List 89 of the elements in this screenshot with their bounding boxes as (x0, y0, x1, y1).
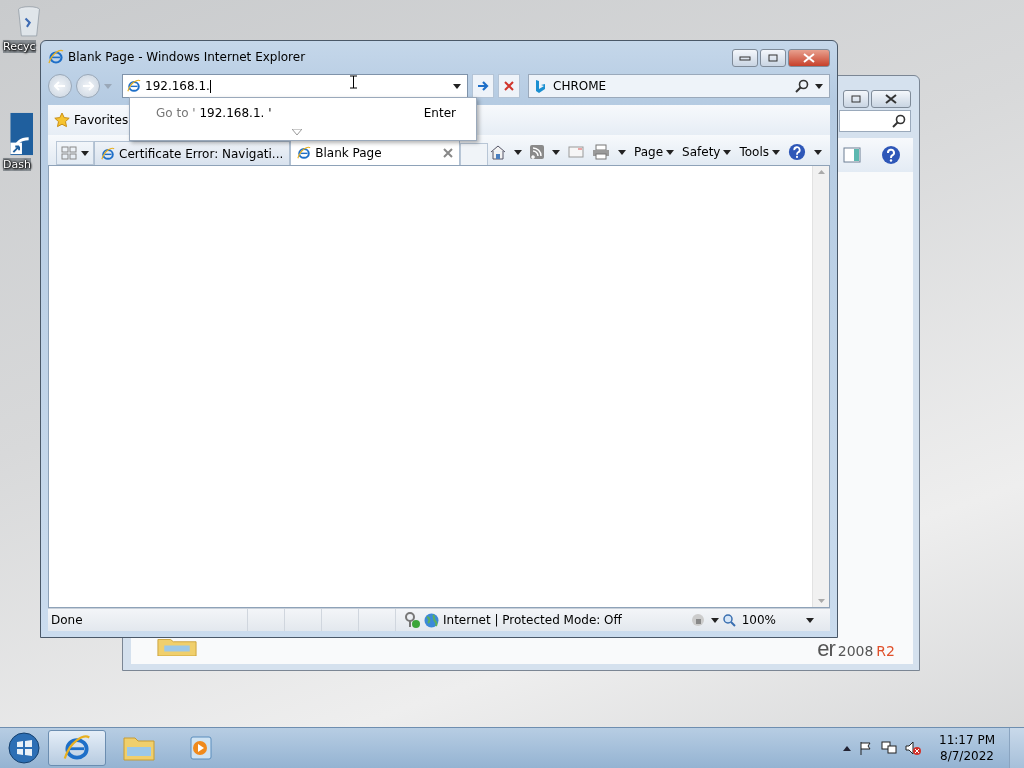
printer-icon[interactable] (592, 144, 610, 160)
caret-icon (814, 149, 822, 155)
maximize-icon (768, 54, 778, 62)
dashboard-shortcut-icon[interactable] (9, 112, 33, 156)
command-menu[interactable]: Safety (682, 145, 732, 159)
caret-icon (710, 617, 719, 623)
folder-icon[interactable] (157, 638, 197, 656)
stop-icon (504, 81, 514, 91)
search-icon (892, 114, 906, 128)
star-icon (54, 112, 70, 128)
go-button[interactable] (472, 74, 494, 98)
maximize-button[interactable] (843, 90, 869, 108)
zoom-button[interactable]: 100% (718, 613, 830, 627)
stop-button[interactable] (498, 74, 520, 98)
caret-icon (81, 150, 89, 156)
show-desktop-button[interactable] (1009, 728, 1024, 768)
grid-icon (61, 146, 77, 160)
page-icon (127, 79, 141, 93)
search-icon[interactable] (795, 79, 809, 93)
forward-button[interactable] (76, 74, 100, 98)
taskbar-button[interactable] (48, 730, 106, 766)
show-hidden-icons-icon[interactable] (843, 745, 851, 751)
back-button[interactable] (48, 74, 72, 98)
caret-icon (806, 617, 814, 623)
dropdown-caret-icon (815, 83, 823, 89)
suggestion-text[interactable]: Go to ' 192.168.1. ' (156, 106, 272, 120)
logo-release: R2 (876, 644, 895, 658)
text-cursor-icon (350, 75, 357, 89)
browser-logo-icon (48, 49, 64, 65)
globe-icon (424, 612, 439, 628)
help-icon[interactable] (881, 145, 901, 165)
favorites-button[interactable]: Favorites (54, 112, 129, 128)
caret-icon (552, 149, 560, 155)
forward-arrow-icon (82, 81, 94, 91)
logo-text: er (817, 638, 835, 660)
dropdown-caret-icon (453, 83, 461, 89)
scroll-down-icon[interactable] (817, 599, 825, 603)
text-caret (209, 80, 211, 93)
browser-logo-icon (63, 734, 91, 762)
caret-icon (723, 149, 732, 155)
close-icon (803, 53, 815, 63)
key-check-icon (404, 612, 420, 628)
browser-tab[interactable]: Blank Page (290, 139, 461, 165)
command-menu[interactable]: Tools (739, 145, 780, 159)
home-icon[interactable] (490, 144, 506, 160)
address-field[interactable]: 192.168.1. (122, 74, 468, 98)
caret-icon (514, 149, 522, 155)
expand-icon[interactable] (292, 129, 302, 135)
logo-version: 2008 (837, 644, 874, 658)
search-provider-icon (535, 79, 547, 93)
close-button[interactable] (871, 90, 911, 108)
magnifier-icon (722, 613, 736, 627)
page-icon (297, 145, 312, 160)
arrow-icon (477, 81, 489, 91)
network-icon[interactable] (881, 741, 897, 755)
back-arrow-icon (54, 81, 66, 91)
muted-speaker-icon[interactable] (905, 741, 921, 755)
new-tab-button[interactable] (460, 143, 489, 165)
mail-icon[interactable] (568, 146, 584, 158)
minimize-button[interactable] (732, 49, 758, 67)
caret-icon (666, 149, 675, 155)
flag-icon[interactable] (859, 741, 873, 755)
close-tab-icon[interactable] (443, 147, 454, 158)
panel-layout-icon[interactable] (843, 147, 861, 163)
windows-logo-icon (8, 732, 40, 764)
media-player-icon (189, 735, 213, 761)
browser-tab[interactable]: Certificate Error: Navigati... (94, 141, 291, 165)
maximize-button[interactable] (760, 49, 786, 67)
quick-tabs-button[interactable] (56, 141, 94, 165)
status-text: Done (48, 609, 248, 631)
folder-icon (123, 735, 155, 761)
clock[interactable]: 11:17 PM 8/7/2022 (939, 733, 995, 763)
security-zone-text[interactable]: Internet | Protected Mode: Off (443, 613, 622, 627)
minimize-icon (739, 55, 751, 61)
caret-icon (772, 149, 780, 155)
search-field[interactable] (839, 110, 911, 132)
scrollbar[interactable] (812, 166, 829, 607)
shortcut-hint: Enter (423, 106, 456, 120)
scroll-up-icon[interactable] (817, 170, 825, 174)
caret-icon (618, 149, 626, 155)
close-icon (885, 94, 897, 104)
command-menu[interactable]: Page (634, 145, 675, 159)
maximize-icon (851, 95, 861, 103)
window-title: Blank Page - Windows Internet Explorer (68, 50, 307, 64)
feed-icon[interactable] (530, 145, 544, 159)
recycle-bin-icon[interactable] (17, 6, 41, 38)
page-icon (101, 146, 115, 161)
help-icon[interactable] (788, 143, 806, 161)
search-field[interactable]: CHROME (528, 74, 830, 98)
